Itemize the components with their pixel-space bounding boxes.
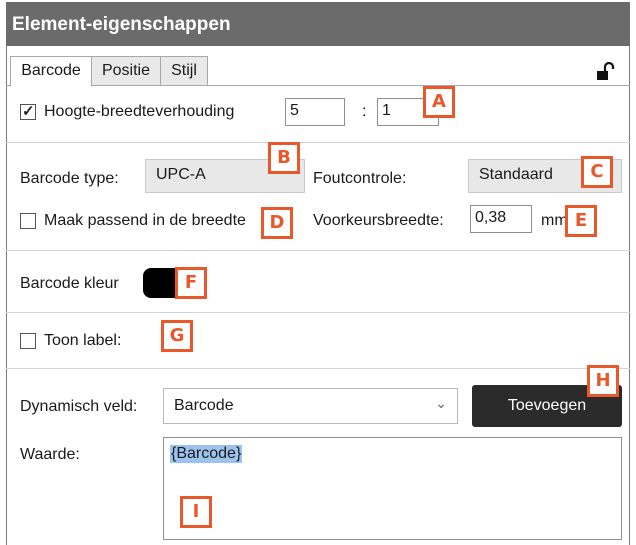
show-label-checkbox[interactable] [20, 333, 36, 349]
divider [6, 368, 630, 369]
ratio-height-input[interactable]: 5 [285, 98, 345, 126]
callout-g: G [161, 320, 193, 352]
callout-b: B [268, 142, 300, 174]
callout-c: C [581, 156, 613, 188]
fit-width-label: Maak passend in de breedte [44, 212, 246, 229]
value-text: {Barcode} [170, 445, 243, 463]
barcode-type-label: Barcode type: [20, 170, 119, 187]
aspect-ratio-label: Hoogte-breedteverhouding [44, 103, 235, 120]
ratio-separator: : [362, 103, 367, 120]
tab-barcode[interactable]: Barcode [10, 56, 92, 87]
pref-width-unit: mm [541, 212, 568, 229]
tab-stijl[interactable]: Stijl [160, 56, 208, 86]
barcode-color-label: Barcode kleur [20, 275, 119, 292]
callout-e: E [565, 205, 597, 237]
divider [6, 142, 630, 143]
callout-i: I [180, 496, 212, 528]
callout-h: H [587, 365, 619, 397]
fit-width-checkbox[interactable] [20, 213, 36, 229]
callout-a: A [423, 86, 455, 118]
dynamic-field-value: Barcode [174, 397, 234, 414]
checkmark-icon: ✓ [22, 103, 35, 120]
divider [6, 250, 630, 251]
panel-titlebar: Element-eigenschappen [6, 2, 630, 46]
panel-title: Element-eigenschappen [12, 14, 231, 35]
tab-divider [6, 85, 630, 86]
fit-width-label-clip: Maak passend in de breedte [44, 210, 260, 232]
pref-width-label: Voorkeursbreedte: [313, 212, 444, 229]
dynamic-field-label: Dynamisch veld: [20, 398, 138, 415]
unlock-icon[interactable] [595, 62, 615, 82]
tab-positie[interactable]: Positie [91, 56, 161, 86]
chevron-down-icon: ⌄ [435, 395, 447, 411]
callout-d: D [261, 207, 293, 239]
dynamic-field-select[interactable]: Barcode ⌄ [163, 388, 458, 424]
divider [6, 312, 630, 313]
error-check-label: Foutcontrole: [313, 170, 407, 187]
value-textarea[interactable]: {Barcode} [163, 437, 622, 540]
tab-bar: Barcode Positie Stijl [6, 56, 630, 87]
value-label: Waarde: [20, 446, 80, 463]
pref-width-input[interactable]: 0,38 [470, 205, 532, 233]
callout-f: F [175, 267, 207, 299]
aspect-ratio-checkbox[interactable]: ✓ [20, 103, 36, 120]
show-label-label: Toon label: [44, 332, 122, 349]
